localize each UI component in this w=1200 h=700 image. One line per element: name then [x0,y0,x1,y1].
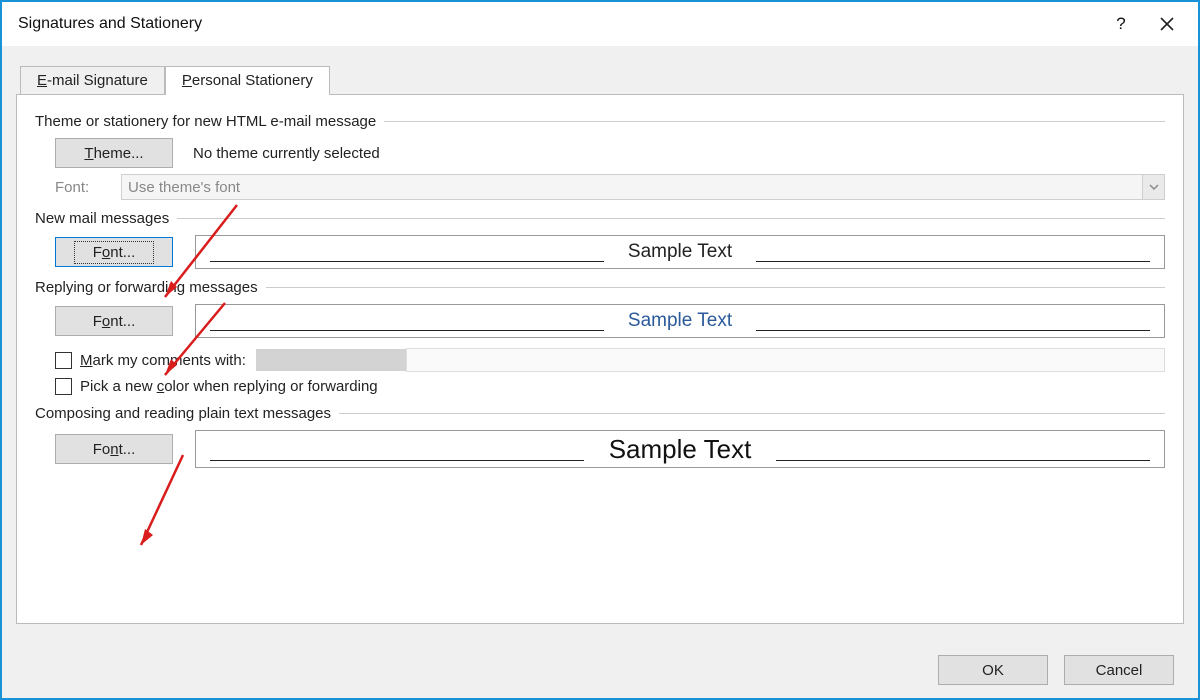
help-icon: ? [1116,14,1125,34]
theme-font-combo-value: Use theme's font [128,179,1142,196]
reply-font-button[interactable]: Font... [55,306,173,336]
new-mail-sample-text: Sample Text [622,241,738,263]
mark-comments-label: Mark my comments with: [80,352,246,369]
tabpanel-personal-stationery: Theme or stationery for new HTML e-mail … [16,94,1184,624]
window-title: Signatures and Stationery [18,15,1098,33]
group-theme-legend: Theme or stationery for new HTML e-mail … [35,113,384,130]
group-new-mail-legend: New mail messages [35,210,177,227]
titlebar: Signatures and Stationery ? [2,2,1198,46]
pick-color-checkbox[interactable] [55,378,72,395]
divider [339,413,1165,414]
divider [756,261,1150,262]
tab-personal-stationery[interactable]: Personal Stationery [165,66,330,95]
group-new-mail: New mail messages Font... Sample Text [35,210,1165,269]
theme-font-label: Font: [55,179,111,196]
divider [776,460,1150,461]
divider [756,330,1150,331]
help-button[interactable]: ? [1098,2,1144,46]
group-theme: Theme or stationery for new HTML e-mail … [35,113,1165,200]
dialog-window: Signatures and Stationery ? E-mail Signa… [0,0,1200,700]
chevron-down-icon [1142,175,1164,199]
new-mail-font-button[interactable]: Font... [55,237,173,267]
client-area: E-mail Signature Personal Stationery The… [2,46,1198,642]
reply-sample-text: Sample Text [622,310,738,332]
mark-comments-value [256,349,406,371]
theme-status-text: No theme currently selected [193,145,380,162]
theme-font-combo: Use theme's font [121,174,1165,200]
group-reply-forward: Replying or forwarding messages Font... … [35,279,1165,395]
new-mail-sample-box: Sample Text [195,235,1165,269]
reply-sample-box: Sample Text [195,304,1165,338]
tab-email-signature[interactable]: E-mail Signature [20,66,165,95]
dialog-footer: OK Cancel [2,642,1198,698]
plain-font-button[interactable]: Font... [55,434,173,464]
divider [210,261,604,262]
mark-comments-checkbox[interactable] [55,352,72,369]
plain-sample-text: Sample Text [603,434,758,465]
divider [266,287,1165,288]
cancel-button[interactable]: Cancel [1064,655,1174,685]
divider [384,121,1165,122]
group-plain-legend: Composing and reading plain text message… [35,405,339,422]
close-icon [1160,17,1174,31]
plain-sample-box: Sample Text [195,430,1165,468]
close-button[interactable] [1144,2,1190,46]
mark-comments-field-bg [406,348,1165,372]
group-reply-legend: Replying or forwarding messages [35,279,266,296]
theme-button[interactable]: Theme... [55,138,173,168]
divider [210,330,604,331]
group-plain-text: Composing and reading plain text message… [35,405,1165,468]
divider [177,218,1165,219]
tabstrip: E-mail Signature Personal Stationery [20,60,1184,94]
divider [210,460,584,461]
pick-color-label: Pick a new color when replying or forwar… [80,378,378,395]
ok-button[interactable]: OK [938,655,1048,685]
